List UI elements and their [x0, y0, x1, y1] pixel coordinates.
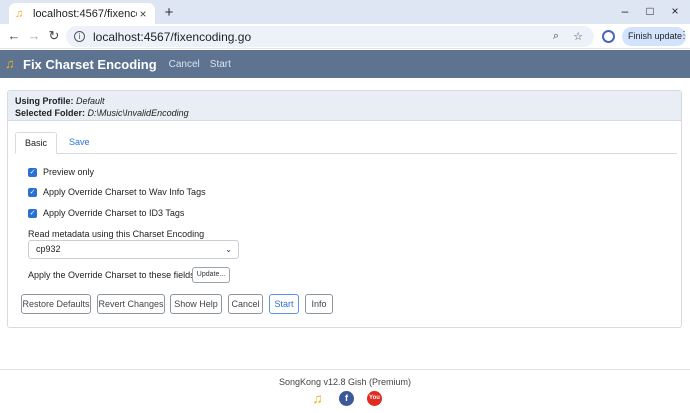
restore-defaults-button[interactable]: Restore Defaults: [21, 294, 91, 314]
bookmark-star-icon[interactable]: ☆: [572, 30, 584, 43]
address-url[interactable]: localhost:4567/fixencoding.go: [93, 30, 550, 44]
wav-info-checkbox[interactable]: ✓ Apply Override Charset to Wav Info Tag…: [28, 187, 206, 197]
header-start-link[interactable]: Start: [210, 59, 231, 70]
profile-line: Using Profile: Default: [15, 95, 681, 107]
settings-tabs: Basic Save: [15, 132, 677, 154]
header-cancel-link[interactable]: Cancel: [169, 59, 200, 70]
checkbox-checked-icon[interactable]: ✓: [28, 187, 37, 197]
youtube-icon[interactable]: You: [367, 391, 382, 406]
update-fields-button[interactable]: Update...: [192, 267, 230, 283]
charset-select[interactable]: cp932 ⌄: [28, 240, 239, 259]
close-tab-icon[interactable]: ×: [137, 7, 149, 21]
info-button[interactable]: Info: [305, 294, 333, 314]
browser-menu-icon[interactable]: ⋮: [679, 30, 689, 41]
app-title: Fix Charset Encoding: [23, 56, 157, 72]
browser-tab[interactable]: ♫ localhost:4567/fixencoding.go ×: [9, 3, 155, 24]
id3-tags-checkbox[interactable]: ✓ Apply Override Charset to ID3 Tags: [28, 208, 184, 218]
reload-icon[interactable]: ↻: [46, 28, 62, 44]
checkbox-checked-icon[interactable]: ✓: [28, 167, 37, 177]
charset-value: cp932: [36, 244, 61, 254]
fields-label: Apply the Override Charset to these fiel…: [28, 270, 195, 280]
tab-save[interactable]: Save: [60, 132, 99, 154]
maximize-icon[interactable]: □: [640, 4, 660, 18]
finish-update-button[interactable]: Finish update: [622, 27, 686, 46]
settings-card: Using Profile: Default Selected Folder: …: [7, 90, 682, 328]
songkong-favicon-icon: ♫: [15, 7, 24, 20]
id3-tags-label: Apply Override Charset to ID3 Tags: [43, 208, 185, 218]
zoom-icon[interactable]: ⌕: [550, 30, 562, 43]
preview-only-checkbox[interactable]: ✓ Preview only: [28, 167, 94, 177]
songkong-icon[interactable]: ♫: [310, 391, 325, 406]
show-help-button[interactable]: Show Help: [170, 294, 222, 314]
window-close-icon[interactable]: ×: [665, 4, 685, 18]
forward-icon[interactable]: →: [26, 28, 42, 43]
folder-line: Selected Folder: D:\Music\InvalidEncodin…: [15, 107, 681, 119]
revert-changes-button[interactable]: Revert Changes: [97, 294, 165, 314]
site-info-icon[interactable]: i: [74, 31, 85, 42]
facebook-icon[interactable]: f: [339, 391, 354, 406]
charset-label: Read metadata using this Charset Encodin…: [28, 229, 205, 239]
footer-divider: [0, 369, 690, 370]
address-bar[interactable]: i localhost:4567/fixencoding.go ⌕ ☆: [66, 26, 594, 47]
profile-label: Using Profile:: [15, 96, 74, 106]
wav-info-label: Apply Override Charset to Wav Info Tags: [43, 187, 206, 197]
chevron-down-icon: ⌄: [225, 245, 232, 254]
new-tab-icon[interactable]: +: [161, 4, 177, 21]
card-header: Using Profile: Default Selected Folder: …: [8, 91, 681, 121]
app-header: ♫ Fix Charset Encoding Cancel Start: [0, 50, 690, 78]
profile-value: Default: [76, 96, 105, 106]
tab-basic[interactable]: Basic: [15, 132, 58, 154]
browser-tab-strip: ♫ localhost:4567/fixencoding.go × + – □ …: [0, 0, 690, 24]
profile-icon[interactable]: [602, 30, 615, 43]
songkong-logo-icon: ♫: [5, 56, 15, 71]
footer-version: SongKong v12.8 Gish (Premium): [278, 377, 412, 387]
cancel-button[interactable]: Cancel: [228, 294, 263, 314]
browser-tab-title: localhost:4567/fixencoding.go: [33, 7, 137, 20]
folder-value: D:\Music\InvalidEncoding: [87, 108, 189, 118]
preview-only-label: Preview only: [43, 167, 95, 177]
folder-label: Selected Folder:: [15, 108, 86, 118]
checkbox-checked-icon[interactable]: ✓: [28, 208, 37, 218]
back-icon[interactable]: ←: [6, 28, 22, 43]
start-button[interactable]: Start: [269, 294, 299, 314]
minimize-icon[interactable]: –: [615, 4, 635, 18]
browser-toolbar: ← → ↻ i localhost:4567/fixencoding.go ⌕ …: [0, 24, 690, 49]
